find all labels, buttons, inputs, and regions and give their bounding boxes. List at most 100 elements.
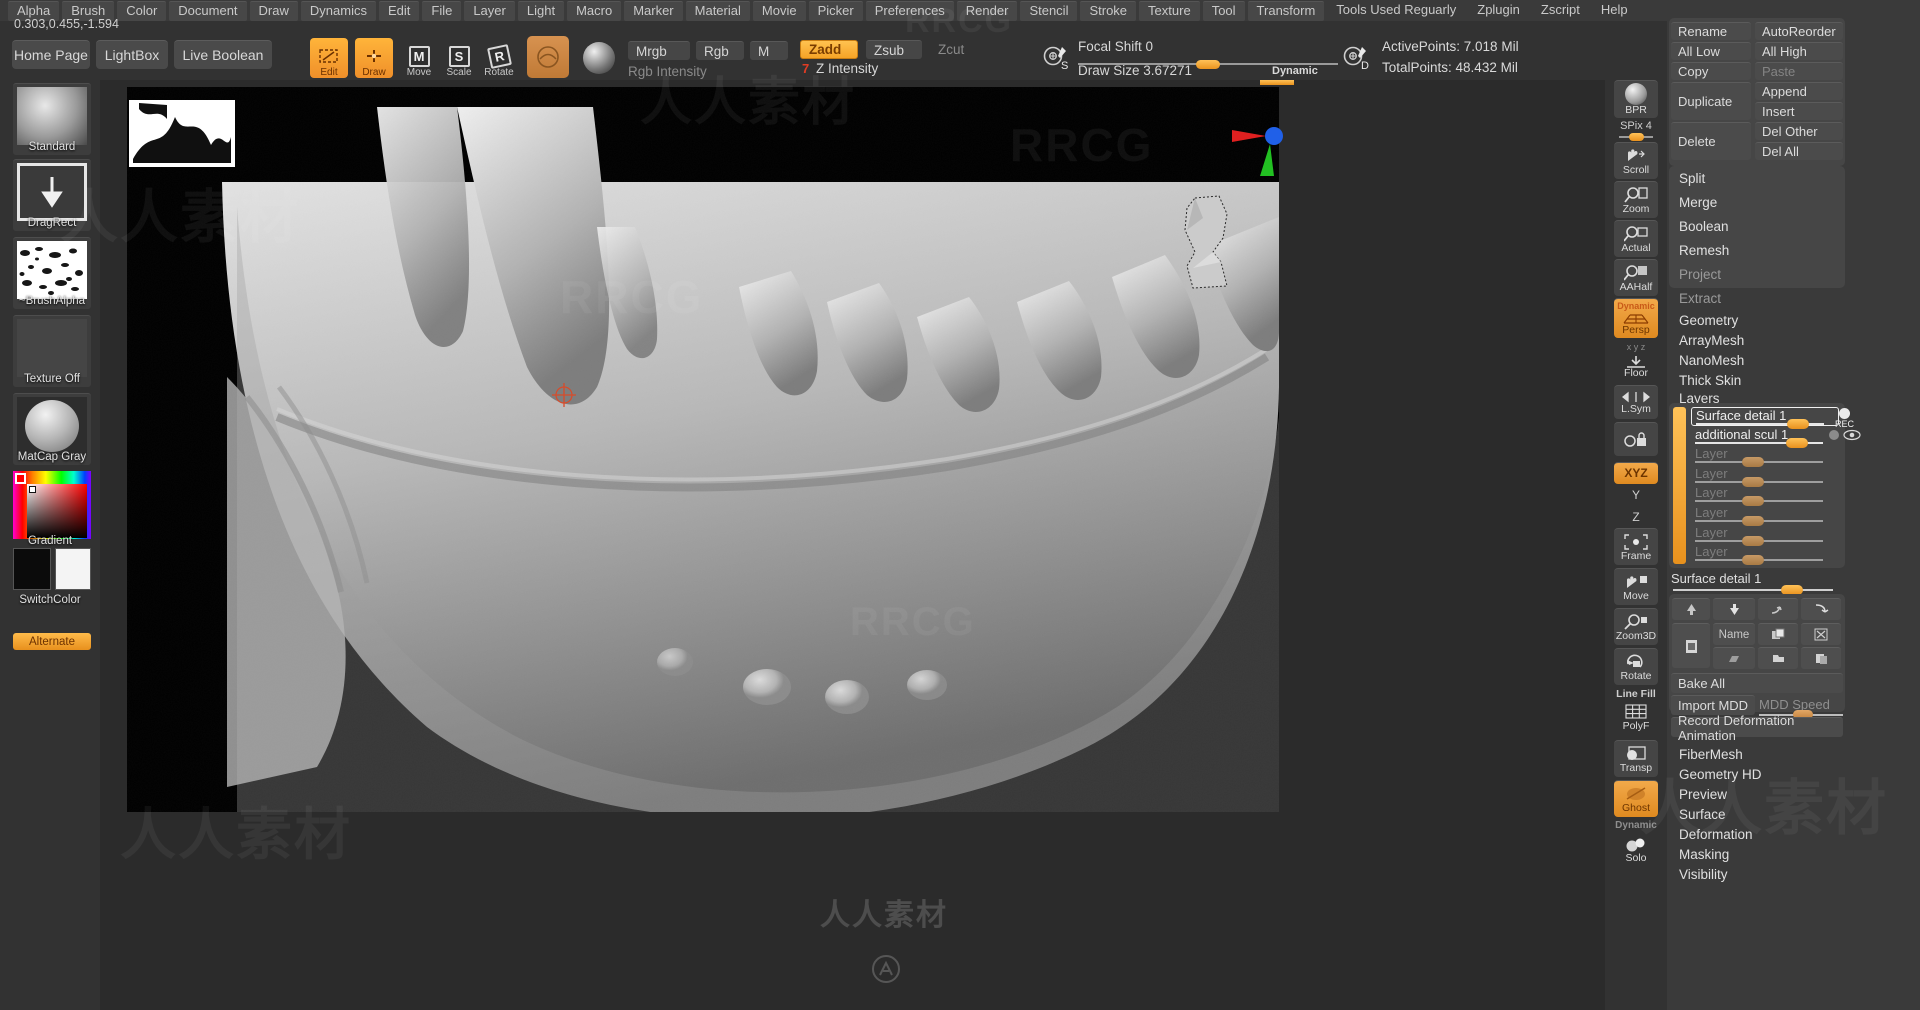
line-fill-label[interactable]: Line Fill xyxy=(1605,688,1667,700)
lightbox-button[interactable]: LightBox xyxy=(96,40,168,69)
live-boolean-button[interactable]: Live Boolean xyxy=(174,40,272,69)
floor-axis-toggles[interactable]: x y z xyxy=(1605,342,1667,352)
menu-item-texture[interactable]: Texture xyxy=(1139,0,1200,21)
spix-slider-track[interactable] xyxy=(1619,133,1653,141)
layer-duplicate-button[interactable] xyxy=(1758,623,1798,645)
menu-item-marker[interactable]: Marker xyxy=(624,0,683,21)
menu-item-movie[interactable]: Movie xyxy=(752,0,806,21)
layer-delete-button[interactable] xyxy=(1801,623,1841,645)
stroke-selector[interactable]: DragRect xyxy=(13,159,91,231)
section-fibermesh[interactable]: FiberMesh xyxy=(1667,744,1920,764)
edit-button[interactable]: Edit xyxy=(310,38,348,78)
layer-merge-down-button[interactable] xyxy=(1758,598,1798,620)
material-preview-sphere[interactable] xyxy=(580,39,618,77)
transp-button[interactable]: Transp xyxy=(1614,740,1658,777)
home-page-button[interactable]: Home Page xyxy=(12,40,90,69)
section-deformation[interactable]: Deformation xyxy=(1667,824,1920,844)
bake-all-button[interactable]: Bake All xyxy=(1671,673,1843,693)
layer-row[interactable]: Layer xyxy=(1691,485,1841,507)
del-other-button[interactable]: Del Other xyxy=(1755,122,1843,140)
mrgb-button[interactable]: Mrgb xyxy=(628,41,690,60)
zoom-3d-button[interactable]: Zoom3D xyxy=(1614,608,1658,645)
layer-intensity-track[interactable] xyxy=(1695,535,1823,546)
menu-item-macro[interactable]: Macro xyxy=(567,0,622,21)
layer-split-button[interactable] xyxy=(1801,598,1841,620)
section-geometry-hd[interactable]: Geometry HD xyxy=(1667,764,1920,784)
layer-move-up-button[interactable] xyxy=(1672,598,1710,620)
menu-item-file[interactable]: File xyxy=(422,0,462,21)
layer-row[interactable]: Layer xyxy=(1691,525,1841,546)
frame-button[interactable]: Frame xyxy=(1614,528,1658,565)
menu-item-zplugin[interactable]: Zplugin xyxy=(1468,1,1529,20)
ghost-button[interactable]: Ghost xyxy=(1614,780,1658,817)
layer-export-button[interactable] xyxy=(1801,647,1841,669)
autoreorder-button[interactable]: AutoReorder xyxy=(1755,22,1843,40)
canvas-area[interactable] xyxy=(100,80,1605,1010)
project-row[interactable]: Project xyxy=(1667,262,1920,286)
polyframe-button[interactable]: PolyF xyxy=(1614,701,1658,734)
z-axis-toggle[interactable]: Z xyxy=(1605,510,1667,524)
rotate-button[interactable]: R Rotate xyxy=(480,38,518,78)
spix-slider-knob[interactable] xyxy=(1629,133,1644,141)
menu-item-stroke[interactable]: Stroke xyxy=(1080,0,1137,21)
selected-layer-slider-track[interactable] xyxy=(1673,585,1833,595)
layer-row[interactable]: Layer xyxy=(1691,466,1841,487)
local-symmetry-button[interactable]: L.Sym xyxy=(1614,385,1658,419)
secondary-color-swatch[interactable] xyxy=(55,548,91,590)
menu-item-color[interactable]: Color xyxy=(117,0,167,21)
actual-button[interactable]: Actual xyxy=(1614,220,1658,257)
move-3d-button[interactable]: Move xyxy=(1614,568,1658,605)
scroll-button[interactable]: Scroll xyxy=(1614,142,1658,179)
del-all-button[interactable]: Del All xyxy=(1755,142,1843,160)
section-arraymesh[interactable]: ArrayMesh xyxy=(1667,330,1920,350)
menu-item-preferences[interactable]: Preferences xyxy=(865,0,954,21)
menu-item-zscript[interactable]: Zscript xyxy=(1532,1,1589,20)
paste-button[interactable]: Paste xyxy=(1755,62,1843,80)
all-high-button[interactable]: All High xyxy=(1755,42,1843,60)
alpha-selector[interactable]: ~BrushAlpha xyxy=(13,237,91,309)
menu-item-light[interactable]: Light xyxy=(517,0,565,21)
layer-intensity-track[interactable] xyxy=(1695,476,1823,487)
extract-row[interactable]: Extract xyxy=(1667,286,1920,310)
menu-item-layer[interactable]: Layer xyxy=(464,0,515,21)
bpr-button[interactable]: BPR xyxy=(1614,80,1658,118)
section-nanomesh[interactable]: NanoMesh xyxy=(1667,350,1920,370)
layer-intensity-track[interactable] xyxy=(1695,496,1823,507)
layer-intensity-track[interactable] xyxy=(1696,419,1824,429)
record-deformation-button[interactable]: Record Deformation Animation xyxy=(1671,713,1843,743)
spix-label[interactable]: SPix 4 xyxy=(1605,120,1667,132)
dynamic-toggle[interactable]: Dynamic xyxy=(1272,65,1318,77)
layer-intensity-track[interactable] xyxy=(1695,516,1823,526)
section-geometry[interactable]: Geometry xyxy=(1667,310,1920,330)
layer-intensity-track[interactable] xyxy=(1695,437,1823,448)
layer-import-button[interactable] xyxy=(1758,647,1798,669)
layer-invert-button[interactable] xyxy=(1713,647,1755,669)
split-row[interactable]: Split xyxy=(1667,166,1920,190)
delete-button[interactable]: Delete xyxy=(1671,122,1751,160)
layer-row[interactable]: additional scul 1 xyxy=(1691,427,1861,448)
rgb-button[interactable]: Rgb xyxy=(696,41,744,60)
rename-button[interactable]: Rename xyxy=(1671,22,1751,40)
draw-size-brush-icon-button[interactable]: D xyxy=(1338,38,1374,76)
zsub-button[interactable]: Zsub xyxy=(866,40,922,59)
saturation-value-square[interactable] xyxy=(27,484,87,538)
xyz-button[interactable]: XYZ xyxy=(1614,462,1658,484)
rgb-intensity-slider[interactable]: Rgb Intensity xyxy=(628,62,748,81)
draw-button[interactable]: Draw xyxy=(355,38,393,78)
layer-name-button[interactable]: Name xyxy=(1713,623,1755,645)
alternate-button[interactable]: Alternate xyxy=(13,633,91,650)
section-preview[interactable]: Preview xyxy=(1667,784,1920,804)
menu-item-dynamics[interactable]: Dynamics xyxy=(300,0,376,21)
section-visibility[interactable]: Visibility xyxy=(1667,864,1920,884)
menu-item-render[interactable]: Render xyxy=(956,0,1018,21)
y-axis-toggle[interactable]: Y xyxy=(1605,488,1667,502)
material-selector[interactable]: MatCap Gray xyxy=(13,393,91,465)
remesh-row[interactable]: Remesh xyxy=(1667,238,1920,262)
section-thickskin[interactable]: Thick Skin xyxy=(1667,370,1920,390)
insert-button[interactable]: Insert xyxy=(1755,102,1843,120)
menu-item-tool[interactable]: Tool xyxy=(1202,0,1245,21)
menu-item-material[interactable]: Material xyxy=(685,0,750,21)
zcut-button[interactable]: Zcut xyxy=(930,40,982,59)
menu-item-draw[interactable]: Draw xyxy=(249,0,298,21)
floor-button[interactable]: Floor xyxy=(1614,352,1658,382)
